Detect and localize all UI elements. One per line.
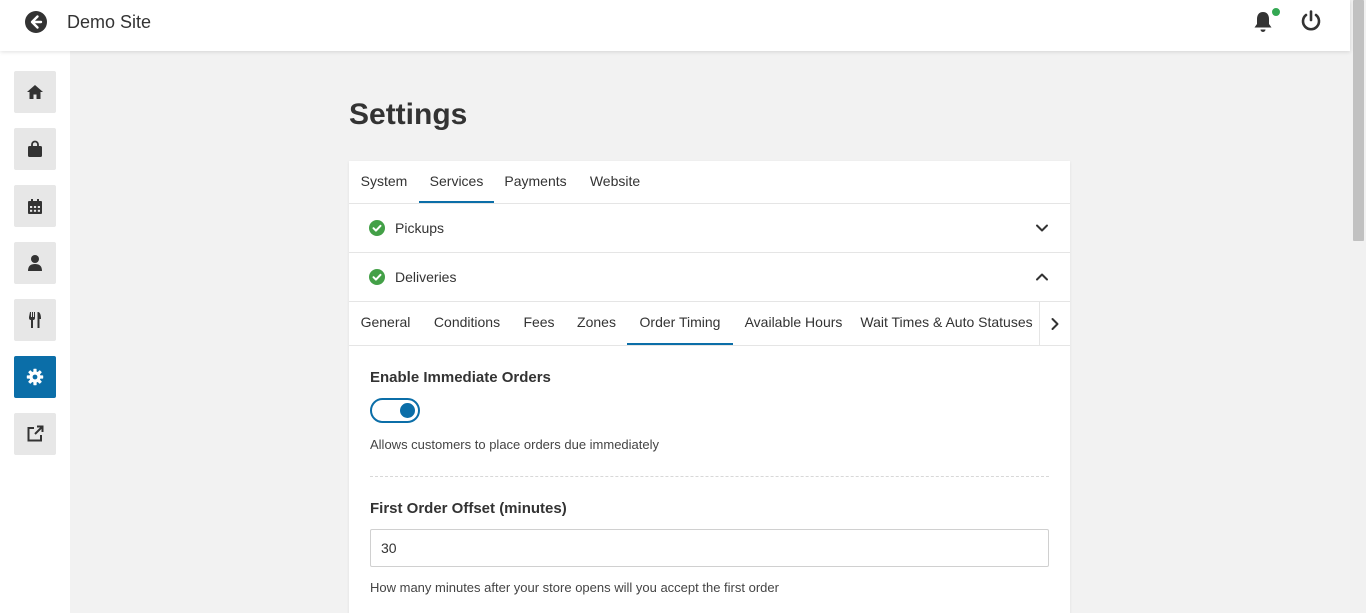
subtab-zones[interactable]: Zones — [566, 302, 627, 345]
notification-dot — [1271, 7, 1281, 17]
utensils-icon — [29, 312, 41, 328]
power-icon[interactable] — [1299, 9, 1323, 33]
subtab-wait-times[interactable]: Wait Times & Auto Statuses — [854, 302, 1039, 345]
calendar-icon — [28, 198, 42, 214]
first-order-offset-input[interactable] — [370, 529, 1049, 567]
subtab-available-hours[interactable]: Available Hours — [733, 302, 854, 345]
accordion-label: Pickups — [395, 220, 445, 236]
immediate-orders-toggle[interactable] — [370, 398, 420, 423]
user-icon — [28, 255, 42, 271]
settings-card: System Services Payments Website Pickups… — [349, 161, 1070, 613]
check-circle-icon — [369, 220, 385, 236]
sidebar — [0, 51, 70, 613]
subtab-order-timing[interactable]: Order Timing — [627, 302, 733, 345]
page-scrollbar[interactable] — [1350, 0, 1366, 613]
scrollbar-thumb[interactable] — [1353, 0, 1364, 241]
external-link-icon — [27, 425, 44, 442]
sidebar-item-settings[interactable] — [14, 356, 56, 398]
tab-website[interactable]: Website — [577, 161, 653, 203]
chevron-right-icon — [1051, 317, 1059, 330]
chevron-up-icon — [1036, 273, 1048, 281]
sidebar-item-customers[interactable] — [14, 242, 56, 284]
sidebar-item-external-link[interactable] — [14, 413, 56, 455]
tab-system[interactable]: System — [349, 161, 419, 203]
sidebar-item-orders[interactable] — [14, 128, 56, 170]
tab-services[interactable]: Services — [419, 161, 494, 203]
top-header: Demo Site — [0, 0, 1350, 51]
gear-icon — [26, 368, 44, 386]
section-divider — [370, 476, 1049, 477]
chevron-down-icon — [1036, 224, 1048, 232]
first-order-offset-help: How many minutes after your store opens … — [370, 580, 779, 595]
check-circle-icon — [369, 269, 385, 285]
back-arrow-icon[interactable] — [24, 10, 48, 34]
accordion-label: Deliveries — [395, 269, 457, 285]
sidebar-item-menus[interactable] — [14, 299, 56, 341]
subtabs-scroll-right-button[interactable] — [1039, 302, 1070, 345]
immediate-orders-help: Allows customers to place orders due imm… — [370, 437, 660, 452]
settings-tabs: System Services Payments Website — [349, 161, 1070, 204]
accordion-pickups[interactable]: Pickups — [349, 204, 1070, 253]
site-name: Demo Site — [67, 12, 152, 32]
immediate-orders-label: Enable Immediate Orders — [370, 369, 551, 386]
accordion-deliveries[interactable]: Deliveries — [349, 253, 1070, 302]
subtab-fees[interactable]: Fees — [512, 302, 566, 345]
first-order-offset-label: First Order Offset (minutes) — [370, 500, 567, 517]
subtab-conditions[interactable]: Conditions — [422, 302, 512, 345]
sidebar-item-home[interactable] — [14, 71, 56, 113]
shopping-bag-icon — [28, 140, 42, 157]
home-icon — [27, 85, 43, 99]
toggle-knob — [400, 403, 415, 418]
page-title: Settings — [349, 98, 468, 131]
delivery-subtabs: General Conditions Fees Zones Order Timi… — [349, 302, 1070, 346]
sidebar-item-calendar[interactable] — [14, 185, 56, 227]
subtab-general[interactable]: General — [349, 302, 422, 345]
tab-payments[interactable]: Payments — [494, 161, 577, 203]
